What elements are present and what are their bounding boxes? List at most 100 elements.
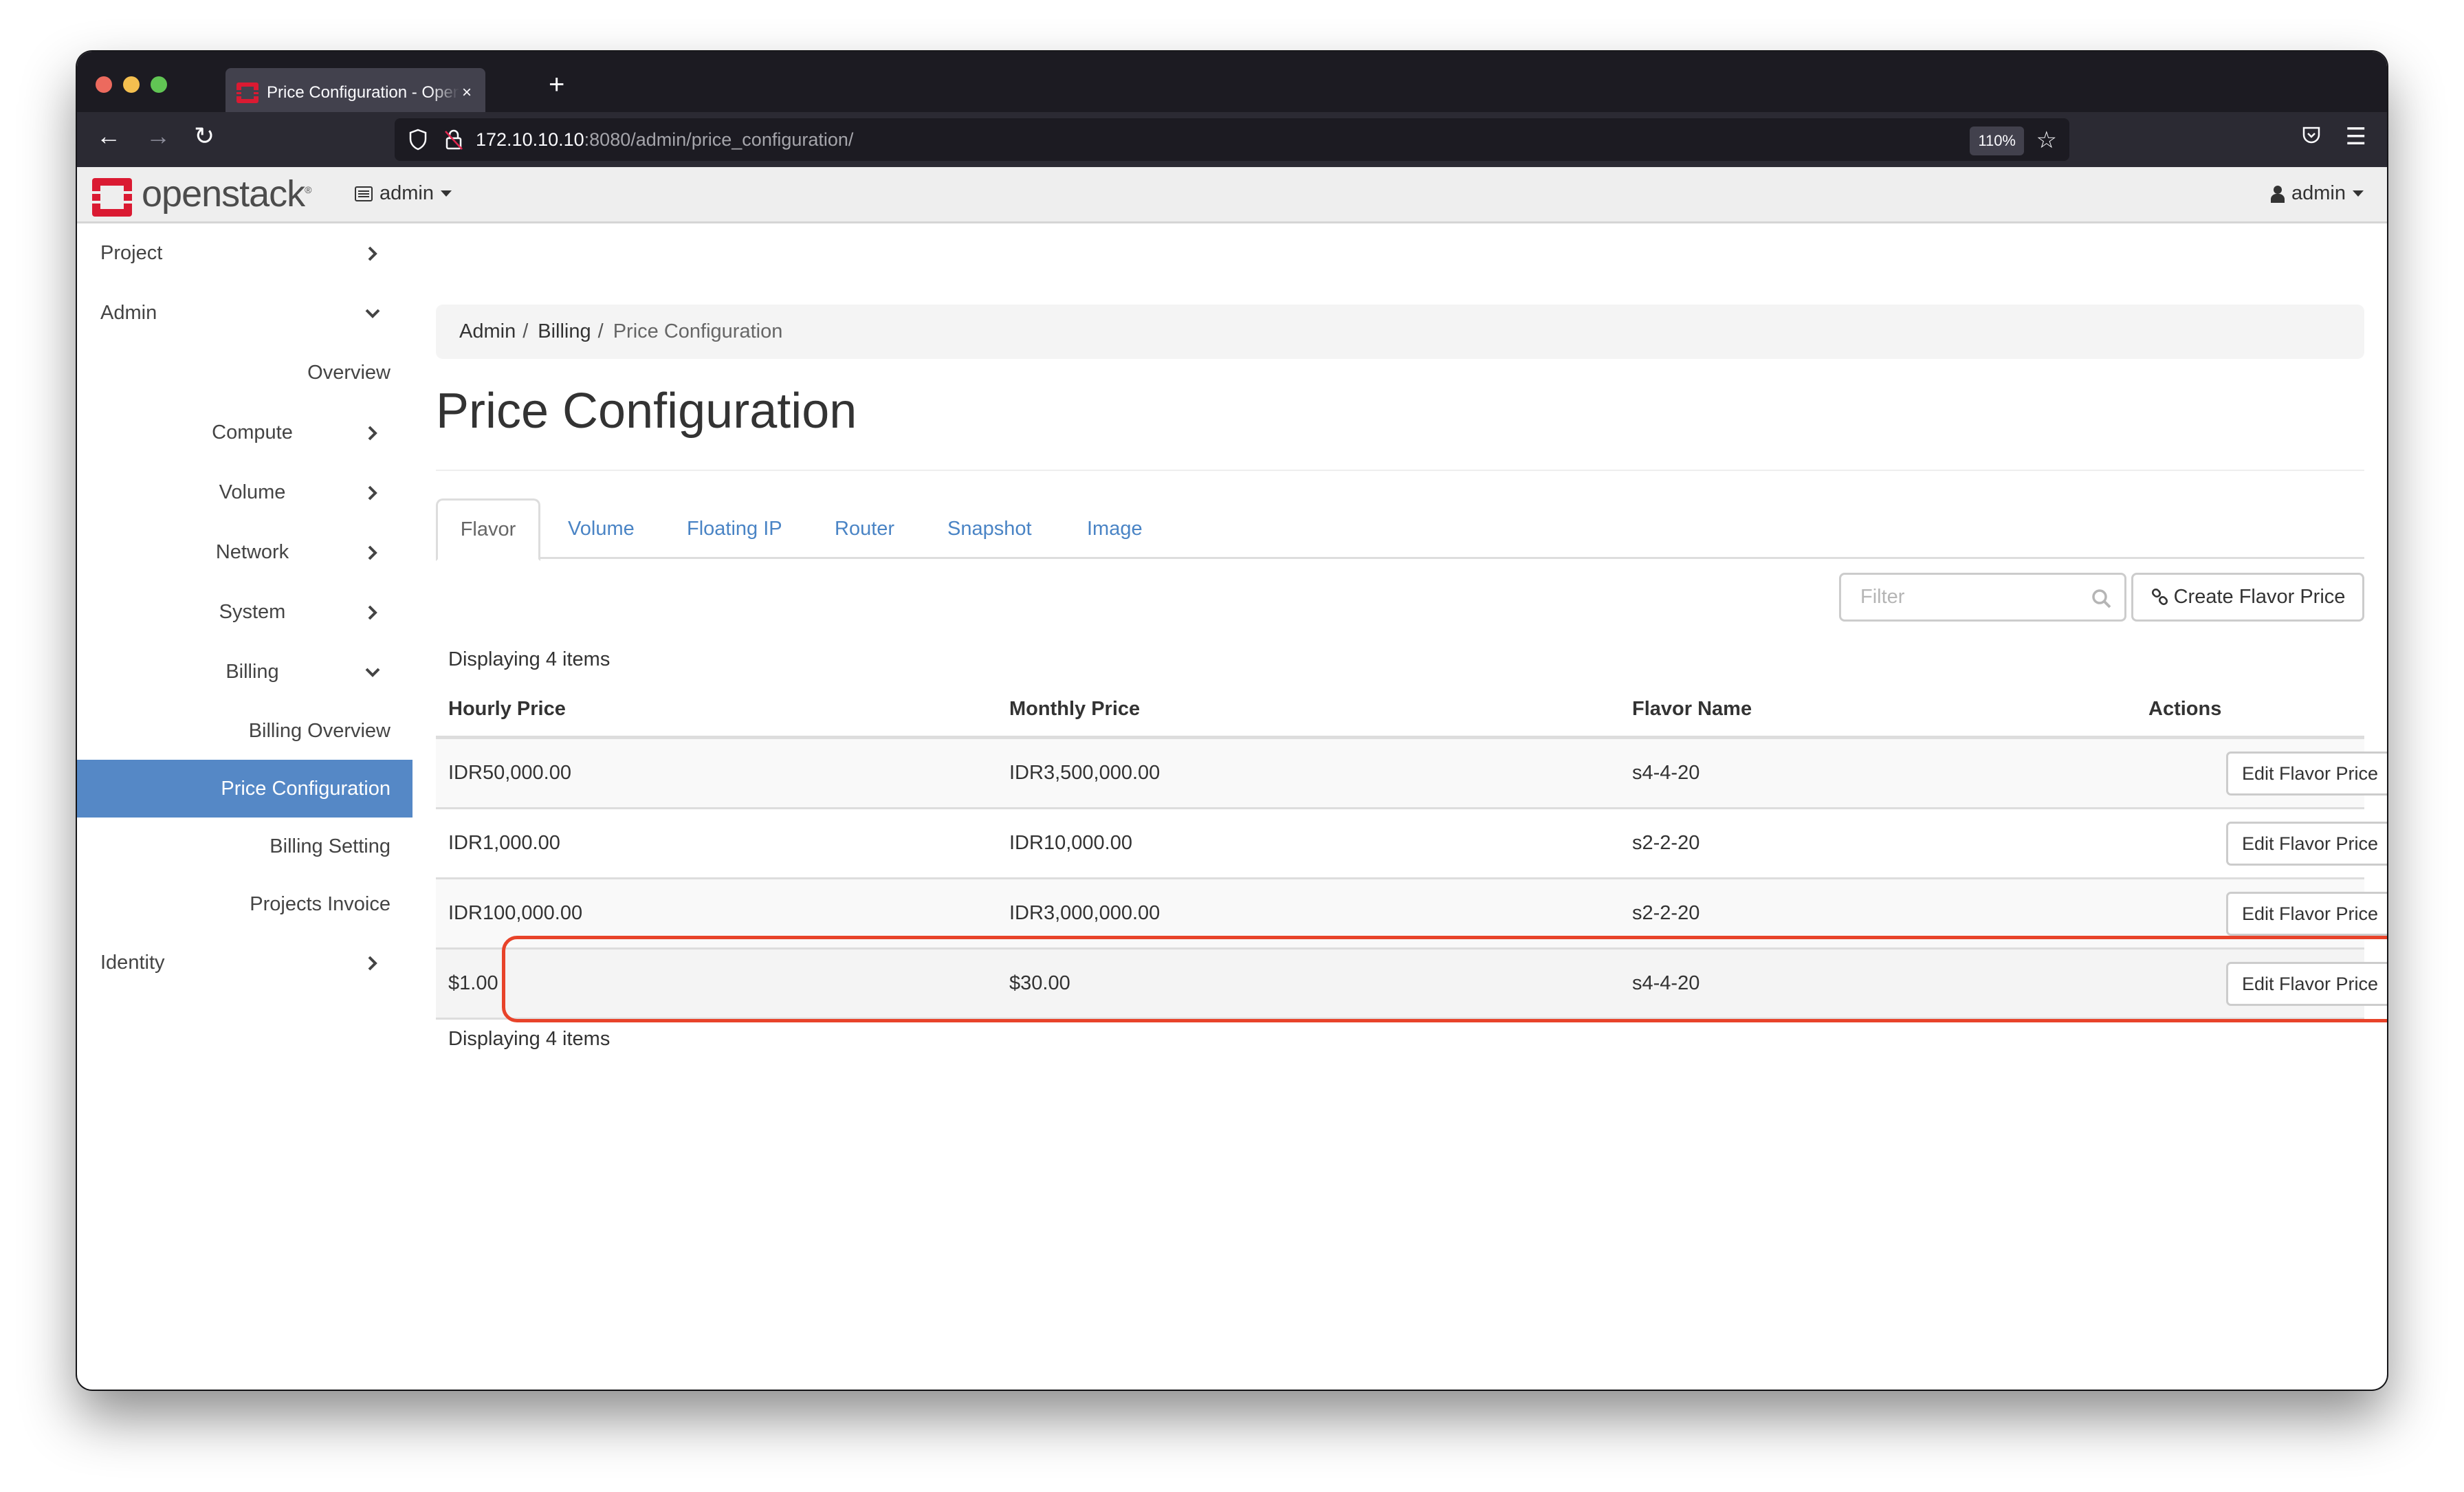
monthly-price-cell: IDR3,500,000.00 [1009, 762, 1160, 784]
zoom-level-badge[interactable]: 110% [1970, 127, 2024, 155]
edit-flavor-price-button[interactable]: Edit Flavor Price [2228, 754, 2387, 793]
edit-flavor-price-button[interactable]: Edit Flavor Price [2228, 824, 2387, 864]
back-button[interactable]: ← [96, 122, 121, 151]
address-bar[interactable]: 172.10.10.10:8080/admin/price_configurat… [395, 118, 2069, 161]
page-title: Price Configuration [436, 384, 857, 439]
chevron-right-icon [368, 485, 377, 500]
sidebar-item-price-configuration[interactable]: Price Configuration [77, 760, 412, 818]
column-header-hourly-price[interactable]: Hourly Price [448, 683, 566, 736]
tab-volume[interactable]: Volume [568, 498, 635, 559]
sidebar-item-network[interactable]: Network [77, 523, 412, 582]
monthly-price-cell: IDR10,000.00 [1009, 832, 1132, 854]
browser-window: Price Configuration - OpenStack × + ← → … [77, 52, 2387, 1390]
flavor-name-cell: s2-2-20 [1632, 902, 1700, 924]
item-count-top: Displaying 4 items [448, 648, 610, 670]
breadcrumb-billing[interactable]: Billing [538, 320, 591, 343]
hourly-price-cell: IDR1,000.00 [448, 832, 560, 854]
browser-toolbar: ← → ↻ 172.10.10.10:8080/admin/price_conf… [77, 112, 2387, 167]
monthly-price-cell: IDR3,000,000.00 [1009, 902, 1160, 924]
row-actions: Edit Flavor Price [2226, 752, 2387, 796]
sidebar-item-billing-setting[interactable]: Billing Setting [77, 818, 412, 875]
breadcrumb-current: Price Configuration [613, 320, 783, 342]
monthly-price-cell: $30.00 [1009, 972, 1070, 994]
breadcrumb: Admin / Billing / Price Configuration [436, 305, 2364, 359]
tab-strip: Price Configuration - OpenStack × + [77, 52, 2387, 118]
new-tab-button[interactable]: + [549, 69, 564, 100]
tab-floating-ip[interactable]: Floating IP [687, 498, 782, 559]
item-count-bottom: Displaying 4 items [448, 1028, 610, 1050]
breadcrumb-admin[interactable]: Admin [459, 320, 516, 343]
hamburger-menu-icon[interactable]: ☰ [2346, 123, 2366, 151]
tab-router[interactable]: Router [835, 498, 894, 559]
sidebar-item-system[interactable]: System [77, 582, 412, 642]
user-icon [2271, 185, 2285, 203]
bookmark-star-icon[interactable]: ☆ [2036, 127, 2057, 154]
row-actions: Edit Flavor Price [2226, 892, 2387, 936]
forward-button[interactable]: → [146, 122, 170, 151]
chevron-down-icon [365, 309, 380, 318]
filter-field[interactable] [1839, 573, 2126, 622]
caret-down-icon [441, 190, 452, 197]
project-list-icon [355, 186, 373, 201]
minimize-window-button[interactable] [123, 76, 140, 93]
shield-icon[interactable] [408, 129, 428, 151]
sidebar: Project Admin Overview Compute Volume Ne… [77, 223, 412, 993]
sidebar-item-compute[interactable]: Compute [77, 403, 412, 463]
sidebar-item-project[interactable]: Project [77, 223, 412, 283]
sidebar-item-projects-invoice[interactable]: Projects Invoice [77, 875, 412, 933]
filter-input[interactable] [1859, 585, 2082, 609]
chevron-right-icon [368, 605, 377, 619]
openstack-favicon-icon [236, 83, 258, 103]
flavor-name-cell: s2-2-20 [1632, 832, 1700, 854]
search-icon[interactable] [2091, 589, 2112, 609]
table-row: IDR50,000.00 IDR3,500,000.00 s4-4-20 Edi… [436, 739, 2387, 809]
hourly-price-cell: IDR50,000.00 [448, 762, 571, 784]
hourly-price-cell: IDR100,000.00 [448, 902, 583, 924]
create-flavor-price-button[interactable]: Create Flavor Price [2131, 573, 2364, 622]
maximize-window-button[interactable] [151, 76, 167, 93]
insecure-lock-icon[interactable] [444, 129, 463, 151]
close-tab-icon[interactable]: × [462, 83, 472, 102]
chevron-right-icon [368, 426, 377, 440]
price-tabs: Flavor Volume Floating IP Router Snapsho… [436, 498, 2364, 561]
create-flavor-price-label: Create Flavor Price [2173, 586, 2346, 608]
table-row-highlighted: $1.00 $30.00 s4-4-20 Edit Flavor Price [436, 950, 2387, 1020]
project-selector-label: admin [380, 182, 434, 204]
caret-down-icon [2353, 190, 2364, 197]
hourly-price-cell: $1.00 [448, 972, 498, 994]
browser-tab[interactable]: Price Configuration - OpenStack × [226, 68, 485, 118]
flavor-name-cell: s4-4-20 [1632, 762, 1700, 784]
row-actions: Edit Flavor Price [2226, 962, 2387, 1006]
flavor-price-table: Hourly Price Monthly Price Flavor Name A… [436, 683, 2387, 1020]
edit-flavor-price-button[interactable]: Edit Flavor Price [2228, 894, 2387, 934]
openstack-logo-icon[interactable] [92, 178, 132, 217]
sidebar-item-admin[interactable]: Admin [77, 283, 412, 343]
close-window-button[interactable] [96, 76, 112, 93]
link-icon [2151, 588, 2168, 605]
tab-snapshot[interactable]: Snapshot [947, 498, 1032, 559]
sidebar-item-billing[interactable]: Billing [77, 642, 412, 702]
tab-flavor[interactable]: Flavor [436, 498, 540, 561]
user-menu-label: admin [2291, 182, 2346, 204]
row-actions: Edit Flavor Price [2226, 822, 2387, 866]
project-selector[interactable]: admin [355, 182, 452, 205]
column-header-monthly-price[interactable]: Monthly Price [1009, 683, 1140, 736]
table-row: IDR1,000.00 IDR10,000.00 s2-2-20 Edit Fl… [436, 809, 2387, 879]
breadcrumb-separator: / [522, 320, 529, 342]
edit-flavor-price-button[interactable]: Edit Flavor Price [2228, 964, 2387, 1004]
column-header-flavor-name[interactable]: Flavor Name [1632, 683, 1752, 736]
title-divider [436, 470, 2364, 471]
user-menu[interactable]: admin [2271, 182, 2364, 205]
sidebar-item-identity[interactable]: Identity [77, 933, 412, 993]
openstack-logo-text[interactable]: openstack® [142, 173, 312, 215]
pocket-icon[interactable] [2302, 126, 2321, 146]
sidebar-item-overview[interactable]: Overview [77, 343, 412, 403]
table-header-row: Hourly Price Monthly Price Flavor Name A… [436, 683, 2364, 739]
sidebar-item-billing-overview[interactable]: Billing Overview [77, 702, 412, 760]
column-header-actions: Actions [2148, 698, 2222, 720]
reload-button[interactable]: ↻ [194, 122, 214, 151]
url-text[interactable]: 172.10.10.10:8080/admin/price_configurat… [476, 129, 853, 151]
tab-image[interactable]: Image [1087, 498, 1143, 559]
chevron-down-icon [365, 668, 380, 677]
sidebar-item-volume[interactable]: Volume [77, 463, 412, 523]
